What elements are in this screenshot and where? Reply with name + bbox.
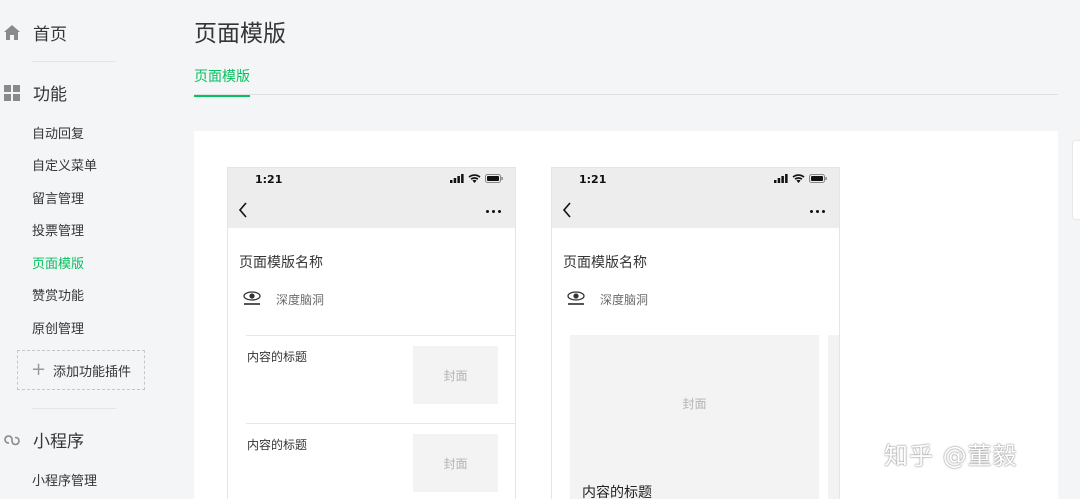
status-time: 1:21	[579, 173, 607, 186]
status-time: 1:21	[255, 173, 283, 186]
more-dots-icon[interactable]	[486, 210, 501, 213]
phone-header: 1:21	[228, 168, 515, 228]
more-dots-icon[interactable]	[810, 210, 825, 213]
watermark: 知乎 @董毅	[884, 442, 1018, 470]
battery-icon	[809, 174, 827, 183]
mini-program-icon	[3, 431, 21, 449]
plus-icon: +	[30, 359, 47, 380]
wifi-icon	[468, 174, 481, 183]
tab-page-template[interactable]: 页面模版	[194, 66, 250, 97]
phone-header: 1:21	[552, 168, 839, 228]
sidebar-item-page-template[interactable]: 页面模版	[32, 253, 84, 272]
wifi-icon	[792, 174, 805, 183]
add-plugin-button[interactable]: + 添加功能插件	[17, 350, 145, 390]
sidebar-item-mini-program-manage[interactable]: 小程序管理	[32, 470, 97, 489]
sidebar-divider	[32, 408, 116, 409]
item-title: 内容的标题	[247, 438, 308, 452]
status-icons	[774, 174, 827, 183]
template-name: 页面模版名称	[563, 255, 647, 271]
card-item[interactable]: 封面 内容的标题	[570, 335, 819, 499]
home-icon	[3, 24, 21, 42]
sidebar-item-home[interactable]: 首页	[0, 20, 67, 45]
chevron-left-icon[interactable]	[562, 202, 572, 222]
item-title: 内容的标题	[582, 485, 652, 499]
list-item[interactable]: 内容的标题 封面	[246, 335, 515, 423]
template-name: 页面模版名称	[239, 255, 323, 271]
side-edge-card	[1072, 140, 1080, 220]
next-card-peek	[828, 335, 839, 499]
account-info: 深度脑洞	[565, 288, 648, 310]
sidebar-item-reward[interactable]: 赞赏功能	[32, 285, 84, 304]
sidebar-item-auto-reply[interactable]: 自动回复	[32, 123, 84, 142]
sidebar-item-comments[interactable]: 留言管理	[32, 188, 84, 207]
template-card-list[interactable]: 1:21 页面模版名称 深度脑洞 内容的标题 封面 内容的标题 封面	[227, 167, 516, 499]
battery-icon	[485, 174, 503, 183]
account-avatar-icon	[243, 291, 261, 305]
cover-placeholder: 封面	[413, 346, 498, 404]
account-avatar-icon	[567, 291, 585, 305]
signal-icon	[774, 174, 788, 183]
account-name: 深度脑洞	[276, 292, 325, 307]
item-title: 内容的标题	[247, 350, 308, 364]
chevron-left-icon[interactable]	[238, 202, 248, 222]
sidebar-section-mini-program[interactable]: 小程序	[0, 427, 84, 452]
account-info: 深度脑洞	[241, 288, 324, 310]
cover-placeholder: 封面	[413, 434, 498, 492]
template-card-cover[interactable]: 1:21 页面模版名称 深度脑洞 封面 内容的标题	[551, 167, 840, 499]
signal-icon	[450, 174, 464, 183]
sidebar-item-votes[interactable]: 投票管理	[32, 220, 84, 239]
sidebar-section-function[interactable]: 功能	[0, 80, 67, 105]
sidebar-mini-program-label: 小程序	[33, 432, 84, 452]
sidebar-function-label: 功能	[33, 85, 67, 105]
add-plugin-label: 添加功能插件	[53, 364, 132, 380]
sidebar-item-original[interactable]: 原创管理	[32, 318, 84, 337]
sidebar-item-custom-menu[interactable]: 自定义菜单	[32, 155, 97, 174]
sidebar-home-label: 首页	[33, 25, 67, 45]
status-icons	[450, 174, 503, 183]
tab-bar: 页面模版	[194, 64, 1058, 97]
cover-placeholder: 封面	[682, 397, 707, 411]
grid-icon	[3, 84, 21, 102]
list-item[interactable]: 内容的标题 封面	[246, 423, 515, 499]
sidebar: 首页 功能 自动回复 自定义菜单 留言管理 投票管理 页面模版 赞赏功能 原创管…	[0, 0, 165, 499]
page-title: 页面模版	[194, 21, 286, 47]
sidebar-divider	[32, 61, 116, 62]
account-name: 深度脑洞	[600, 292, 649, 307]
